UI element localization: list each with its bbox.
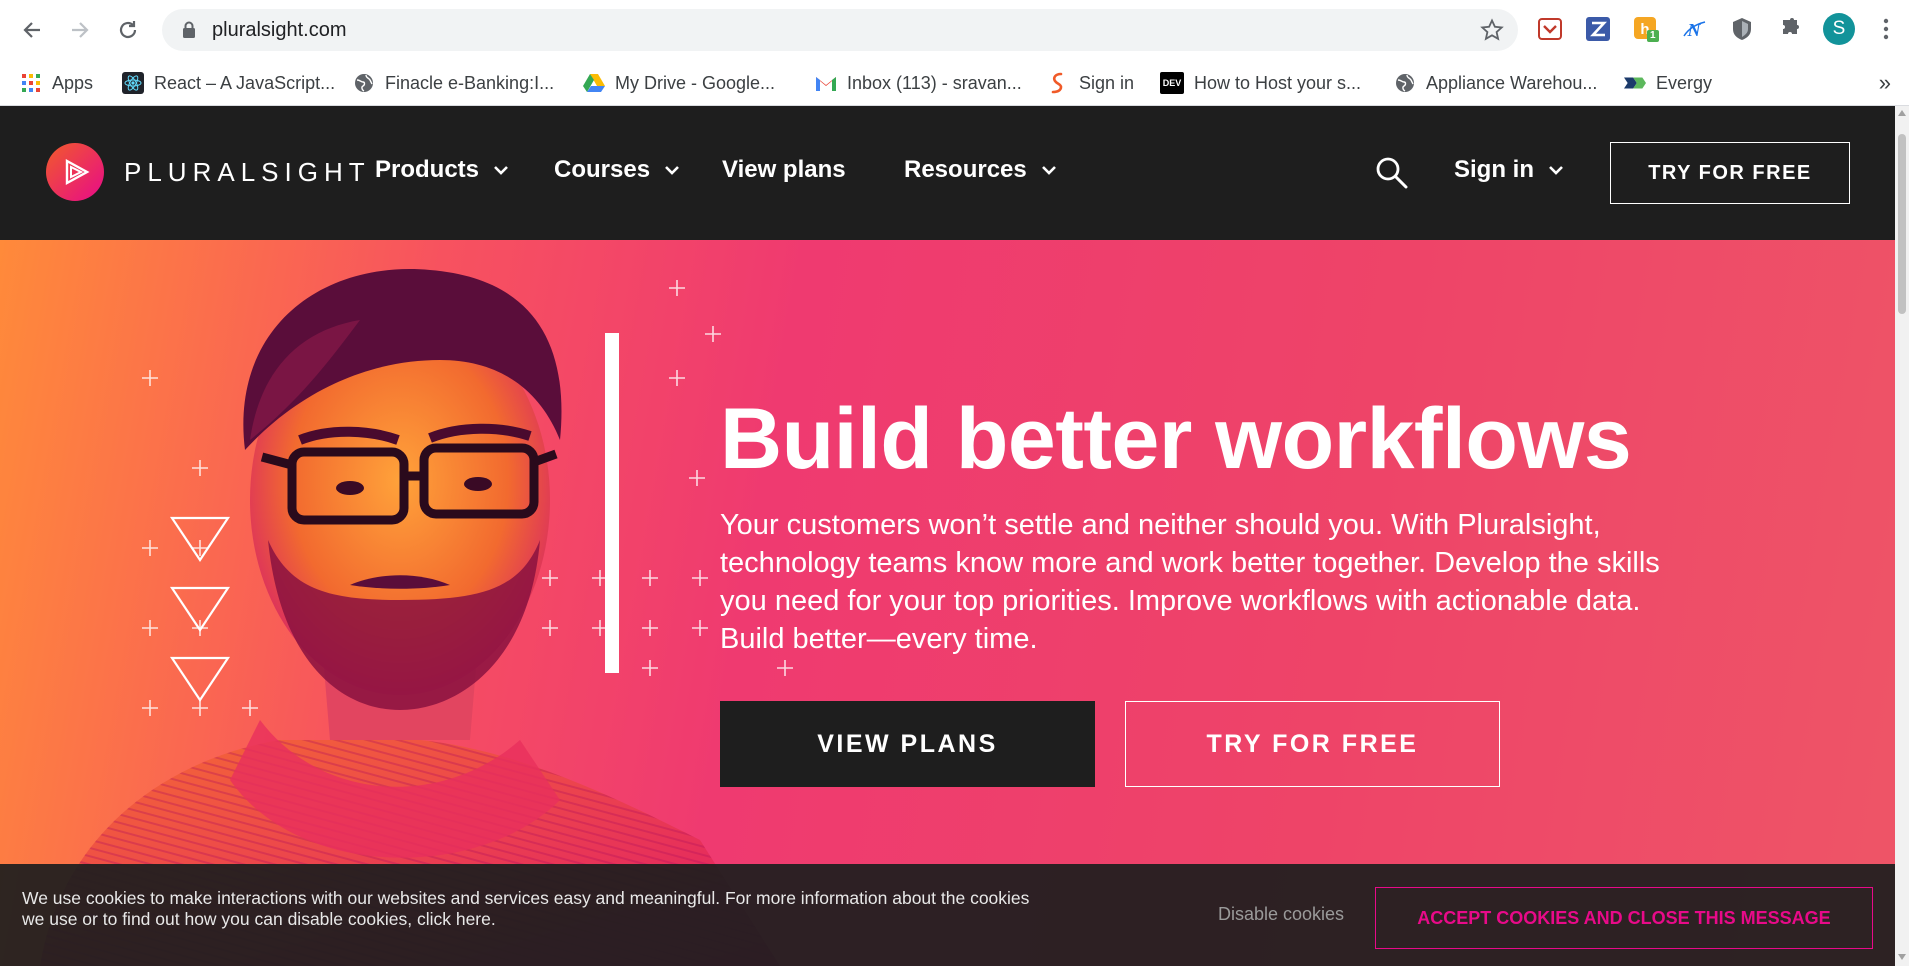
bookmark-google-drive[interactable]: My Drive - Google...	[583, 70, 775, 96]
bookmark-appliance-warehouse[interactable]: Appliance Warehou...	[1394, 70, 1597, 96]
shield-extension-icon[interactable]	[1726, 13, 1758, 45]
bookmark-label: Appliance Warehou...	[1426, 72, 1598, 93]
bookmark-evergy[interactable]: Evergy	[1624, 70, 1712, 96]
zotero-extension-icon[interactable]	[1582, 13, 1614, 45]
accept-cookies-button[interactable]: ACCEPT COOKIES AND CLOSE THIS MESSAGE	[1375, 887, 1873, 949]
address-bar[interactable]: pluralsight.com	[162, 9, 1518, 51]
nav-sign-in-label: Sign in	[1454, 156, 1534, 183]
bookmark-label: Sign in	[1079, 72, 1135, 93]
honey-extension-icon[interactable]: h 1	[1630, 13, 1662, 45]
bookmark-react[interactable]: React – A JavaScript...	[122, 70, 335, 96]
bookmark-label: Apps	[52, 72, 94, 93]
sign-in-icon	[1047, 72, 1069, 94]
pocket-extension-icon[interactable]	[1534, 13, 1566, 45]
menu-kebab-icon[interactable]	[1870, 13, 1902, 45]
try-for-free-button[interactable]: TRY FOR FREE	[1125, 701, 1500, 787]
bookmark-label: Evergy	[1656, 72, 1713, 93]
reload-icon[interactable]	[110, 12, 146, 48]
nav-courses[interactable]: Courses	[554, 156, 680, 184]
scrollbar-thumb[interactable]	[1898, 134, 1906, 314]
search-icon[interactable]	[1375, 156, 1409, 195]
bookmark-gmail[interactable]: Inbox (113) - sravan...	[815, 70, 1022, 96]
pluralsight-logo[interactable]: PLURALSIGHT	[46, 143, 371, 201]
forward-arrow-icon[interactable]	[62, 12, 98, 48]
translate-extension-icon[interactable]: N	[1678, 13, 1710, 45]
globe-icon	[1394, 72, 1416, 94]
extensions-puzzle-icon[interactable]	[1774, 13, 1806, 45]
bookmark-label: Inbox (113) - sravan...	[847, 72, 1022, 93]
chevron-down-icon	[494, 166, 508, 175]
scroll-down-arrow-icon[interactable]	[1898, 954, 1906, 960]
bookmark-label: My Drive - Google...	[615, 72, 776, 93]
hero-description: Your customers won’t settle and neither …	[720, 509, 1660, 655]
chevron-down-icon	[1549, 166, 1563, 175]
lock-icon[interactable]	[182, 21, 196, 44]
gmail-icon	[815, 72, 837, 94]
apps-grid-icon	[20, 72, 42, 94]
react-icon	[122, 72, 144, 94]
url-text[interactable]: pluralsight.com	[212, 19, 347, 42]
nav-courses-label: Courses	[554, 156, 651, 183]
cookie-banner: We use cookies to make interactions with…	[0, 864, 1895, 966]
nav-resources[interactable]: Resources	[904, 156, 1057, 184]
scroll-up-arrow-icon[interactable]	[1898, 110, 1906, 116]
header-try-for-free-button[interactable]: TRY FOR FREE	[1610, 142, 1850, 204]
hero-section: Build better workflows Your customers wo…	[0, 240, 1895, 966]
nav-view-plans-label: View plans	[722, 156, 846, 183]
cookie-message[interactable]: We use cookies to make interactions with…	[22, 888, 1032, 930]
page-scrollbar[interactable]	[1895, 106, 1909, 966]
disable-cookies-link[interactable]: Disable cookies	[1218, 904, 1344, 925]
dev-icon-text: DEV	[1162, 78, 1182, 88]
view-plans-button[interactable]: VIEW PLANS	[720, 701, 1095, 787]
bookmark-star-icon[interactable]	[1480, 18, 1504, 47]
chevron-down-icon	[665, 166, 679, 175]
extension-badge: 1	[1650, 30, 1656, 41]
nav-products-label: Products	[375, 156, 480, 183]
bookmark-label: How to Host your s...	[1194, 72, 1362, 93]
bookmark-label: React – A JavaScript...	[154, 72, 336, 93]
globe-icon	[353, 72, 375, 94]
browser-toolbar: pluralsight.com h 1 N S	[0, 0, 1909, 60]
chevron-down-icon	[1041, 166, 1056, 175]
nav-products[interactable]: Products	[375, 156, 509, 184]
nav-resources-label: Resources	[904, 156, 1027, 183]
bookmark-finacle[interactable]: Finacle e-Banking:I...	[353, 70, 554, 96]
dev-icon: DEV	[1160, 72, 1184, 94]
logo-text: PLURALSIGHT	[124, 156, 371, 187]
bookmarks-bar: Apps React – A JavaScript... Finacle e-B…	[0, 60, 1909, 106]
google-drive-icon	[583, 72, 605, 94]
bookmarks-overflow-chevron[interactable]: »	[1879, 70, 1891, 96]
webpage: PLURALSIGHT Products Courses View plans …	[0, 106, 1895, 966]
nav-sign-in[interactable]: Sign in	[1454, 156, 1564, 184]
back-arrow-icon[interactable]	[14, 12, 50, 48]
bookmark-sign-in[interactable]: Sign in	[1047, 70, 1134, 96]
profile-avatar[interactable]: S	[1823, 13, 1855, 45]
bookmark-apps[interactable]: Apps	[20, 70, 93, 96]
pluralsight-play-icon	[46, 143, 104, 201]
nav-view-plans[interactable]: View plans	[722, 156, 846, 184]
bookmark-label: Finacle e-Banking:I...	[385, 72, 555, 93]
bookmark-dev[interactable]: DEV How to Host your s...	[1160, 70, 1361, 96]
evergy-icon	[1624, 72, 1646, 94]
site-header: PLURALSIGHT Products Courses View plans …	[0, 106, 1895, 240]
hero-title: Build better workflows	[720, 391, 1632, 487]
